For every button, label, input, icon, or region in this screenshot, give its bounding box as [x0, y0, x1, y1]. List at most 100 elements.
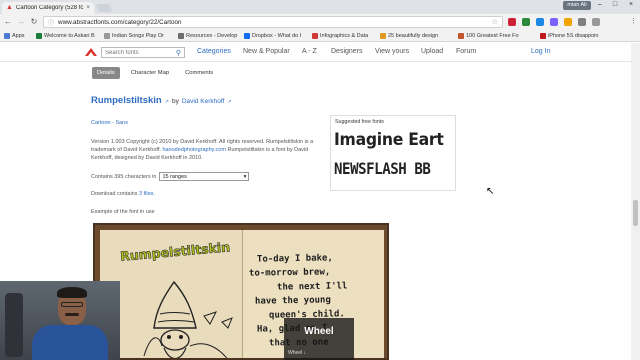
font-detail-content: Details Character Map Comments Rumpelsti… [84, 62, 464, 360]
search-icon[interactable]: ⚲ [176, 49, 181, 57]
font-category-link[interactable]: Cartoon - Sans [91, 120, 128, 126]
presenter-mustache [65, 313, 79, 316]
extension-icon-5[interactable] [564, 18, 572, 26]
bookmark-item[interactable]: 100 Greatest Free Fo [458, 32, 530, 40]
nav-upload[interactable]: Upload [421, 48, 443, 55]
character-ranges-row: Contains 395 characters in 15 ranges ▾ [91, 172, 250, 181]
book-text-line: have the young [254, 295, 331, 307]
bookmark-item[interactable]: iPhone 5S disappoin [540, 32, 630, 40]
tab-comments[interactable]: Comments [180, 67, 218, 79]
extension-icon-7[interactable] [592, 18, 600, 26]
abstractfonts-favicon-icon: ▲ [6, 4, 13, 11]
user-profile-badge[interactable]: mian Ali [563, 1, 591, 10]
scrollbar-thumb[interactable] [633, 200, 638, 226]
extension-icon-4[interactable] [550, 18, 558, 26]
font-subtabs: Details Character Map Comments [92, 67, 218, 79]
presenter-hair [57, 287, 87, 298]
tab-title: Cartoon Category (528 fo [16, 5, 84, 11]
download-info: Download contains 3 files. [91, 191, 155, 197]
external-link-icon[interactable]: ↗ [165, 99, 169, 105]
webcam-overlay [0, 281, 120, 360]
bookmark-item[interactable]: 25 beautifully design [380, 32, 452, 40]
extension-icon-3[interactable] [536, 18, 544, 26]
suggested-font-sample[interactable]: NEWSFLASH BB [334, 159, 431, 178]
download-label-end: . [153, 191, 155, 197]
gnome-illustration-icon [143, 280, 233, 358]
forward-arrow-icon[interactable]: → [16, 17, 26, 26]
site-header: ⚲ Categories New & Popular A - Z Designe… [0, 43, 640, 62]
bookmark-favicon-icon [380, 33, 386, 39]
bookmark-item[interactable]: Dropbox - What do I [244, 32, 308, 40]
browser-navbar: ← → ↻ ⓘ www.abstractfonts.com/category/2… [0, 14, 640, 30]
bookmark-item[interactable]: Welcome to Askari B [36, 32, 100, 40]
download-files-link[interactable]: 3 files [139, 191, 153, 197]
mouse-cursor-icon: ↖ [486, 186, 495, 197]
designer-website-link[interactable]: hanodedphotography.com [162, 147, 226, 153]
font-title-row: Rumpelstiltskin ↗ by David Kerkhoff ↗ [91, 95, 232, 106]
address-bar[interactable]: ⓘ www.abstractfonts.com/category/22/Cart… [43, 16, 503, 28]
bookmark-item[interactable]: Apps [4, 32, 40, 40]
bookmark-favicon-icon [104, 33, 110, 39]
font-name-link[interactable]: Rumpelstiltskin [91, 95, 162, 106]
contains-label: Contains 395 characters in [91, 173, 157, 180]
bookmark-favicon-icon [312, 33, 318, 39]
tab-character-map[interactable]: Character Map [126, 67, 174, 79]
book-text-line: the next I'll [276, 281, 348, 293]
abstractfonts-logo-icon[interactable] [84, 47, 98, 57]
nav-forum[interactable]: Forum [456, 48, 476, 55]
book-left-page: Rumpelstiltskin [100, 230, 243, 358]
search-box[interactable]: ⚲ [101, 47, 185, 58]
login-link[interactable]: Log In [531, 48, 550, 55]
download-label: Download contains [91, 191, 138, 197]
maximize-button[interactable]: □ [608, 1, 622, 8]
book-text-line: to-morrow brew, [248, 267, 331, 279]
book-title-text: Rumpelstiltskin [119, 239, 231, 264]
extension-icon-6[interactable] [578, 18, 586, 26]
nav-designers[interactable]: Designers [331, 48, 363, 55]
browser-menu-icon[interactable]: ⋮ [630, 17, 637, 25]
close-window-button[interactable]: × [624, 1, 638, 8]
page-info-icon[interactable]: ⓘ [48, 18, 54, 27]
presenter-glasses [61, 302, 83, 307]
back-arrow-icon[interactable]: ← [3, 17, 13, 26]
suggested-font-sample[interactable]: Imagine Eart [334, 130, 444, 150]
dropdown-arrow-icon: ▾ [243, 173, 247, 180]
address-url: www.abstractfonts.com/category/22/Cartoo… [58, 18, 182, 26]
chair-shape [5, 293, 23, 357]
minimize-button[interactable]: – [593, 1, 607, 8]
browser-titlebar: ▲ Cartoon Category (528 fo × mian Ali – … [0, 0, 640, 14]
bookmark-favicon-icon [458, 33, 464, 39]
external-link-icon[interactable]: ↗ [227, 99, 231, 105]
ranges-select-value: 15 ranges [162, 173, 187, 180]
wheel-sublabel: Wheel ↓ [288, 350, 307, 356]
bookmark-favicon-icon [540, 33, 546, 39]
nav-new-popular[interactable]: New & Popular [243, 48, 290, 55]
font-description: Version 1.003 Copyright (c) 2010 by Davi… [91, 138, 321, 162]
bookmark-item[interactable]: Resources - Develop [178, 32, 240, 40]
author-link[interactable]: David Kerkhoff [182, 98, 225, 105]
search-input[interactable] [105, 49, 176, 56]
bookmark-favicon-icon [36, 33, 42, 39]
tab-details[interactable]: Details [92, 67, 120, 79]
extension-icon-2[interactable] [522, 18, 530, 26]
reload-icon[interactable]: ↻ [29, 17, 39, 26]
nav-view-yours[interactable]: View yours [375, 48, 409, 55]
wheel-label: Wheel [304, 326, 334, 337]
bookmark-item[interactable]: Infographics & Data [312, 32, 376, 40]
by-label: by [171, 98, 179, 105]
suggested-fonts-box: Suggested free fonts Imagine Eart NEWSFL… [330, 115, 456, 191]
suggested-heading: Suggested free fonts [335, 119, 384, 125]
bookmark-star-icon[interactable]: ☆ [492, 18, 498, 26]
presenter-body [32, 325, 108, 360]
mouse-wheel-indicator: Wheel Wheel ↓ [284, 318, 354, 360]
bookmark-item[interactable]: Indian Songs Play Or [104, 32, 170, 40]
new-tab-button[interactable] [95, 4, 113, 12]
bookmark-favicon-icon [178, 33, 184, 39]
page-scrollbar[interactable] [631, 43, 640, 360]
browser-tab[interactable]: ▲ Cartoon Category (528 fo × [2, 2, 94, 14]
nav-a-z[interactable]: A - Z [302, 48, 317, 55]
ranges-select[interactable]: 15 ranges ▾ [159, 172, 250, 181]
extension-icon-1[interactable] [508, 18, 516, 26]
nav-categories[interactable]: Categories [197, 48, 231, 55]
tab-close-icon[interactable]: × [86, 5, 90, 11]
